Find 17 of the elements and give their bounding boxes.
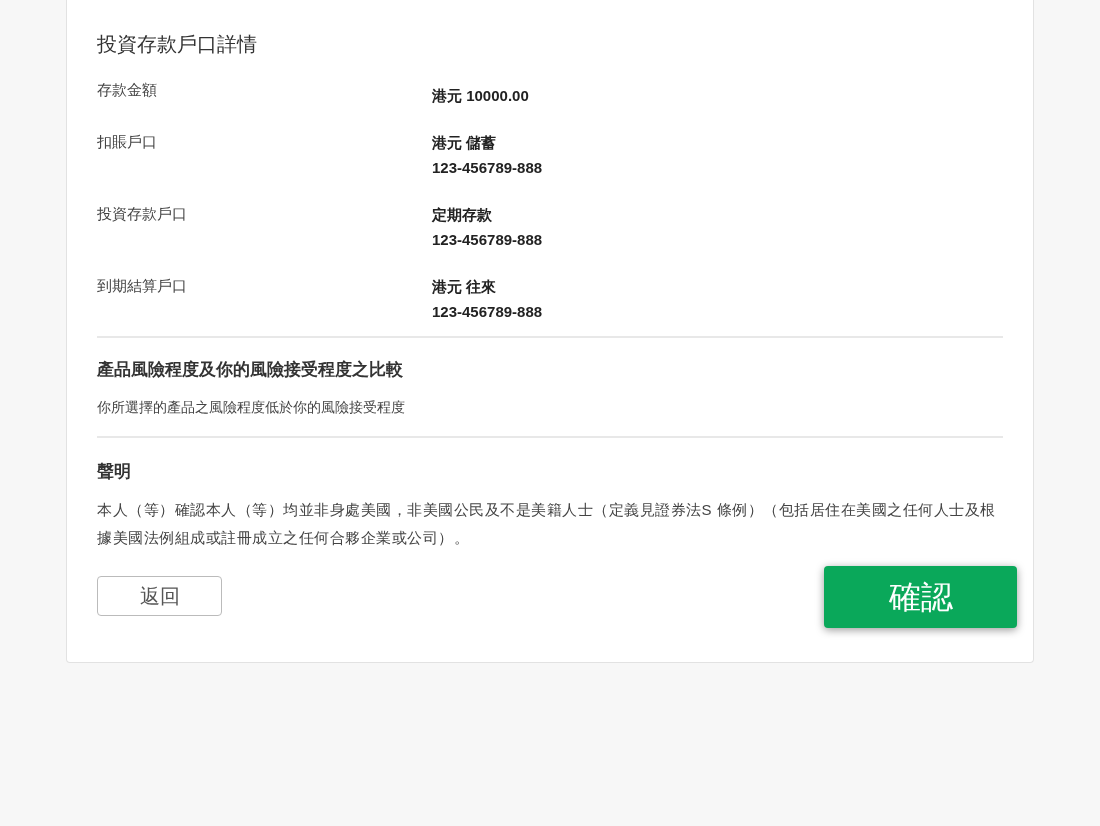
field-value: 港元 10000.00 [432,86,529,106]
field-value: 定期存款 [432,205,493,225]
field-value: 123-456789-888 [432,158,543,178]
section-title: 產品風險程度及你的風險接受程度之比較 [97,359,404,381]
field-value: 港元 儲蓄 [432,133,498,153]
declaration-text: 本人（等）確認本人（等）均並非身處美國，非美國公民及不是美籍人士（定義見證券法S 條例）（包括居住在美國之任何人士及根據美國法例組成或註冊成立之任何合夥企業或公司）。 [97,500,997,548]
field-value: 123-456789-888 [432,230,543,250]
field-value: 123-456789-888 [432,302,543,322]
field-label: 到期結算戶口 [97,276,188,296]
field-label: 扣賬戶口 [97,132,158,152]
section-title: 投資存款戶口詳情 [97,32,258,57]
risk-text: 你所選擇的產品之風險程度低於你的風險接受程度 [97,398,406,417]
section-title: 聲明 [97,461,132,483]
back-button[interactable]: 返回 [97,576,222,616]
field-label: 投資存款戶口 [97,204,188,224]
field-value: 港元 往來 [432,277,498,297]
field-label: 存款金額 [97,80,158,100]
